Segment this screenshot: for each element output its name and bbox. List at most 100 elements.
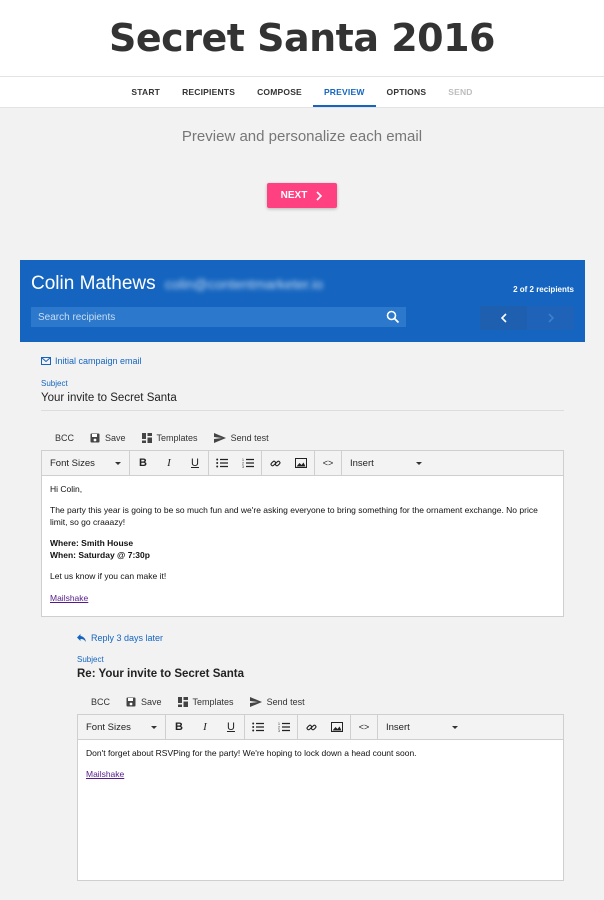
reply-subject-field[interactable]: Re: Your invite to Secret Santa [77,668,564,680]
recipient-header: Colin Mathews colin@contentmarketer.io 2… [20,260,585,342]
mailshake-link[interactable]: Mailshake [50,593,88,603]
recipient-name: Colin Mathews [31,273,156,294]
editor-toolbar: Font Sizes B I U 123 <> Insert [42,450,563,476]
save-label: Save [105,433,126,443]
tab-start[interactable]: START [120,77,171,107]
mailshake-link[interactable]: Mailshake [86,769,124,779]
reply-label-text: Reply 3 days later [91,633,164,643]
tab-options[interactable]: OPTIONS [376,77,438,107]
bullet-list-button[interactable] [209,451,235,476]
chevron-down-icon [452,725,458,729]
initial-email: Initial campaign email Subject Your invi… [41,356,564,617]
chevron-down-icon [115,461,121,465]
step-nav: START RECIPIENTS COMPOSE PREVIEW OPTIONS… [0,76,604,108]
search-icon[interactable] [386,310,400,324]
body-paragraph: The party this year is going to be so mu… [50,505,538,527]
italic-button[interactable]: I [156,451,182,476]
next-button-label: NEXT [280,190,308,201]
tab-compose[interactable]: COMPOSE [246,77,313,107]
insert-label: Insert [350,457,374,469]
bold-button[interactable]: B [130,451,156,476]
svg-text:3: 3 [278,729,280,732]
link-icon [270,460,280,466]
font-sizes-dropdown[interactable]: Font Sizes [42,450,130,476]
page-subtitle: Preview and personalize each email [181,128,423,145]
insert-label: Insert [386,721,410,733]
insert-dropdown[interactable]: Insert [342,451,430,476]
reply-send-test-button[interactable]: Send test [249,697,305,707]
reply-bcc-button[interactable]: BCC [91,697,110,707]
chevron-right-icon [547,313,554,323]
search-recipients-input[interactable] [38,311,368,323]
image-icon [331,722,343,732]
subject-label: Subject [41,379,68,388]
underline-button[interactable]: U [218,715,244,740]
reply-body-text: Don't forget about RSVPing for the party… [86,748,417,758]
send-icon [249,697,262,707]
numbered-list-button[interactable]: 123 [271,715,297,740]
body-greeting: Hi Colin, [50,484,83,494]
subject-field[interactable]: Your invite to Secret Santa [41,392,564,411]
numbered-list-icon: 123 [278,722,290,732]
reply-editor-toolbar: Font Sizes B I U 123 <> Insert [78,714,563,740]
previous-recipient-button[interactable] [480,306,527,330]
italic-button[interactable]: I [192,715,218,740]
tab-send: SEND [448,87,473,97]
save-button[interactable]: Save [90,433,126,443]
numbered-list-icon: 123 [242,458,254,468]
bullet-list-button[interactable] [245,715,271,740]
reply-actions: BCC Save Templates Send test [77,697,564,707]
next-recipient-button[interactable] [527,306,574,330]
send-test-button[interactable]: Send test [213,433,269,443]
email-body[interactable]: Hi Colin, The party this year is going t… [42,476,563,616]
send-test-label: Send test [230,433,269,443]
link-button[interactable] [262,451,288,476]
bold-button[interactable]: B [166,715,192,740]
body-closing: Let us know if you can make it! [50,571,167,582]
link-icon [306,724,316,730]
body-where: Where: Smith House [50,538,134,549]
templates-label: Templates [156,433,198,443]
campaign-email-text: Initial campaign email [55,356,142,366]
mail-icon [41,357,51,365]
chevron-left-icon [500,313,507,323]
campaign-email-label: Initial campaign email [41,356,564,366]
search-box [31,307,406,327]
font-sizes-dropdown[interactable]: Font Sizes [78,714,166,740]
source-code-button[interactable]: <> [315,451,341,476]
templates-icon [177,697,188,707]
recipient-pager [480,306,574,330]
send-icon [213,433,226,443]
tab-recipients[interactable]: RECIPIENTS [171,77,246,107]
insert-dropdown[interactable]: Insert [378,715,466,740]
reply-editor: Font Sizes B I U 123 <> Insert Don't for… [77,714,564,881]
reply-email: Reply 3 days later Subject Re: Your invi… [77,633,564,881]
save-label: Save [141,697,162,707]
reply-icon [77,634,86,642]
recipient-count: 2 of 2 recipients [513,285,574,294]
bullet-list-icon [252,722,264,732]
font-sizes-label: Font Sizes [50,457,95,469]
templates-icon [141,433,152,443]
recipient-email: colin@contentmarketer.io [164,276,324,292]
image-button[interactable] [324,715,350,740]
templates-button[interactable]: Templates [141,433,198,443]
source-code-button[interactable]: <> [351,715,377,740]
reply-body[interactable]: Don't forget about RSVPing for the party… [78,740,563,880]
bcc-button[interactable]: BCC [55,433,74,443]
save-icon [126,697,136,707]
underline-button[interactable]: U [182,451,208,476]
reply-save-button[interactable]: Save [126,697,162,707]
templates-label: Templates [192,697,234,707]
chevron-down-icon [151,725,157,729]
email-actions: BCC Save Templates Send test [41,433,564,443]
tab-preview[interactable]: PREVIEW [312,77,376,107]
font-sizes-label: Font Sizes [86,721,131,733]
image-button[interactable] [288,451,314,476]
save-icon [90,433,100,443]
reply-subject-label: Subject [77,655,104,664]
numbered-list-button[interactable]: 123 [235,451,261,476]
next-button[interactable]: NEXT [266,183,338,208]
reply-templates-button[interactable]: Templates [177,697,234,707]
link-button[interactable] [298,715,324,740]
